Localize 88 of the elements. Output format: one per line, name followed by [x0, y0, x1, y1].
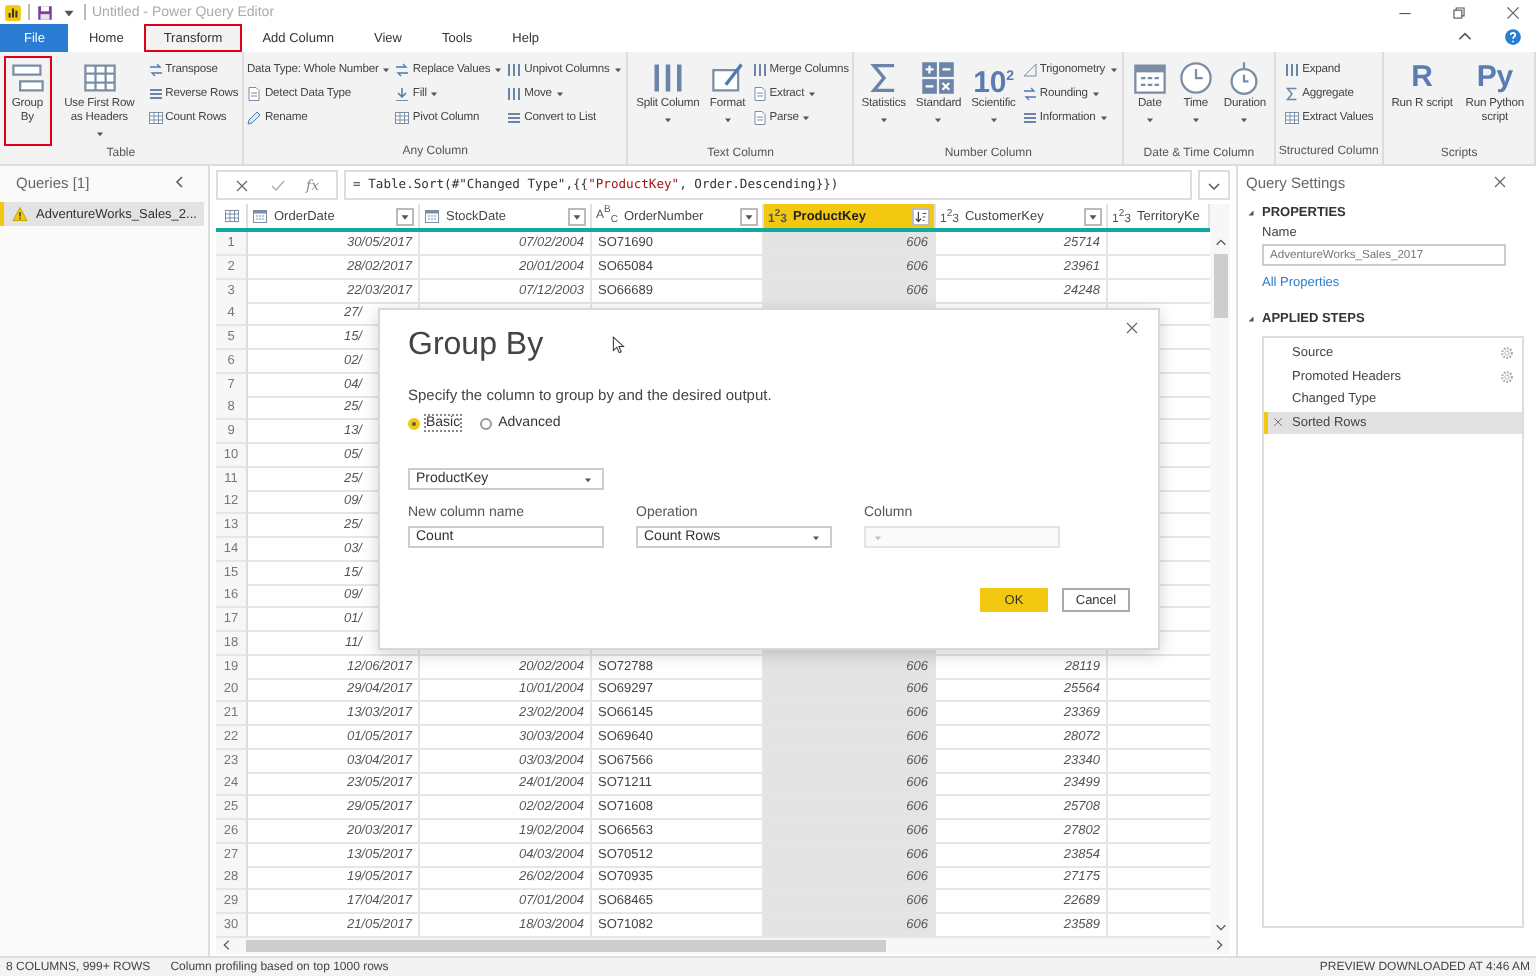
scrollbar-thumb[interactable]: [1213, 254, 1227, 318]
caret-icon: [93, 127, 106, 140]
caret-icon: [1143, 113, 1156, 126]
radio-button[interactable]: [480, 417, 493, 429]
calendar-icon: [1131, 60, 1168, 96]
collapse-triangle-icon: [1246, 208, 1256, 218]
stacked-boxes-icon: [9, 60, 46, 96]
rows-icon: [506, 109, 523, 125]
caret-icon: [742, 209, 756, 223]
arrows-icon: [147, 61, 164, 77]
caret-icon: [428, 87, 441, 99]
chevron-down-icon: [1206, 177, 1222, 193]
caret-icon: [661, 113, 674, 126]
bar-chart-logo-icon: [4, 3, 22, 21]
chevron-up-icon: [1455, 27, 1473, 45]
close-icon: [1272, 416, 1284, 429]
table-grid-icon: [147, 109, 164, 125]
columns-icon: [1284, 61, 1301, 77]
arrows-icon: [1021, 85, 1038, 101]
chevron-up-icon: [1213, 236, 1227, 250]
chevron-right-icon: [1212, 938, 1226, 952]
expand-formula-button[interactable]: [1198, 170, 1230, 200]
column-filter-button[interactable]: [568, 207, 586, 225]
sort-filter-button[interactable]: [912, 207, 930, 225]
rows-icon: [1021, 109, 1038, 125]
caret-icon: [553, 87, 566, 99]
column-filter-button[interactable]: [1084, 207, 1102, 225]
down-arrow-icon: [394, 85, 411, 101]
close-button[interactable]: [1122, 318, 1142, 338]
close-icon: [1124, 320, 1140, 336]
caret-icon: [492, 63, 505, 75]
warning-icon: [12, 206, 28, 222]
scrollbar-thumb[interactable]: [246, 939, 886, 951]
document-icon: [246, 85, 263, 101]
columns-icon: [506, 61, 523, 77]
pen-box-icon: [709, 60, 746, 96]
stopwatch-icon: [1226, 60, 1263, 96]
sort-descending-icon: [914, 209, 928, 223]
collapse-triangle-icon: [1246, 314, 1256, 324]
columns-icon: [649, 60, 686, 96]
calculator-icon: [920, 60, 957, 96]
radio-button[interactable]: [408, 417, 420, 429]
calendar-icon: [424, 208, 440, 224]
caret-icon: [380, 63, 393, 75]
table-grid-icon: [394, 109, 411, 125]
document-icon: [751, 109, 768, 125]
caret-icon: [721, 113, 734, 126]
close-icon: [234, 177, 250, 193]
caret-icon: [611, 63, 624, 75]
sigma-icon: [1284, 85, 1301, 101]
step-settings-button[interactable]: [1500, 369, 1514, 384]
calendar-icon: [252, 208, 268, 224]
columns-icon: [751, 61, 768, 77]
caret-icon: [987, 113, 1000, 126]
step-settings-button[interactable]: [1500, 346, 1514, 361]
caret-icon: [582, 473, 594, 485]
chevron-down-icon: [1213, 919, 1227, 933]
caret-icon: [877, 113, 890, 126]
close-icon: [1503, 3, 1521, 21]
chevron-left-icon: [220, 938, 234, 952]
caret-icon: [1086, 209, 1100, 223]
table-grid-icon: [223, 208, 239, 224]
triangle-icon: [1021, 61, 1038, 77]
caret-icon: [872, 531, 884, 543]
save-icon: [36, 3, 54, 21]
columns-icon: [506, 85, 523, 101]
column-filter-button[interactable]: [740, 207, 758, 225]
document-icon: [751, 85, 768, 101]
arrows-icon: [394, 61, 411, 77]
table-grid-icon: [81, 60, 118, 96]
mouse-pointer-icon: [610, 334, 628, 356]
check-icon: [270, 177, 286, 193]
caret-icon: [1238, 113, 1251, 126]
caret-icon: [570, 209, 584, 223]
column-filter-button[interactable]: [396, 207, 414, 225]
rows-icon: [147, 85, 164, 101]
help-icon: [1503, 27, 1521, 45]
caret-icon: [1189, 113, 1202, 126]
caret-icon: [810, 531, 822, 543]
table-grid-icon: [1284, 109, 1301, 125]
delete-step-button[interactable]: [1268, 416, 1288, 429]
restore-icon: [1449, 3, 1467, 21]
close-icon: [1492, 174, 1508, 190]
clock-icon: [1177, 60, 1214, 96]
pencil-icon: [246, 109, 263, 125]
caret-icon: [398, 209, 412, 223]
caret-icon: [932, 113, 945, 126]
chevron-left-icon: [172, 174, 188, 190]
